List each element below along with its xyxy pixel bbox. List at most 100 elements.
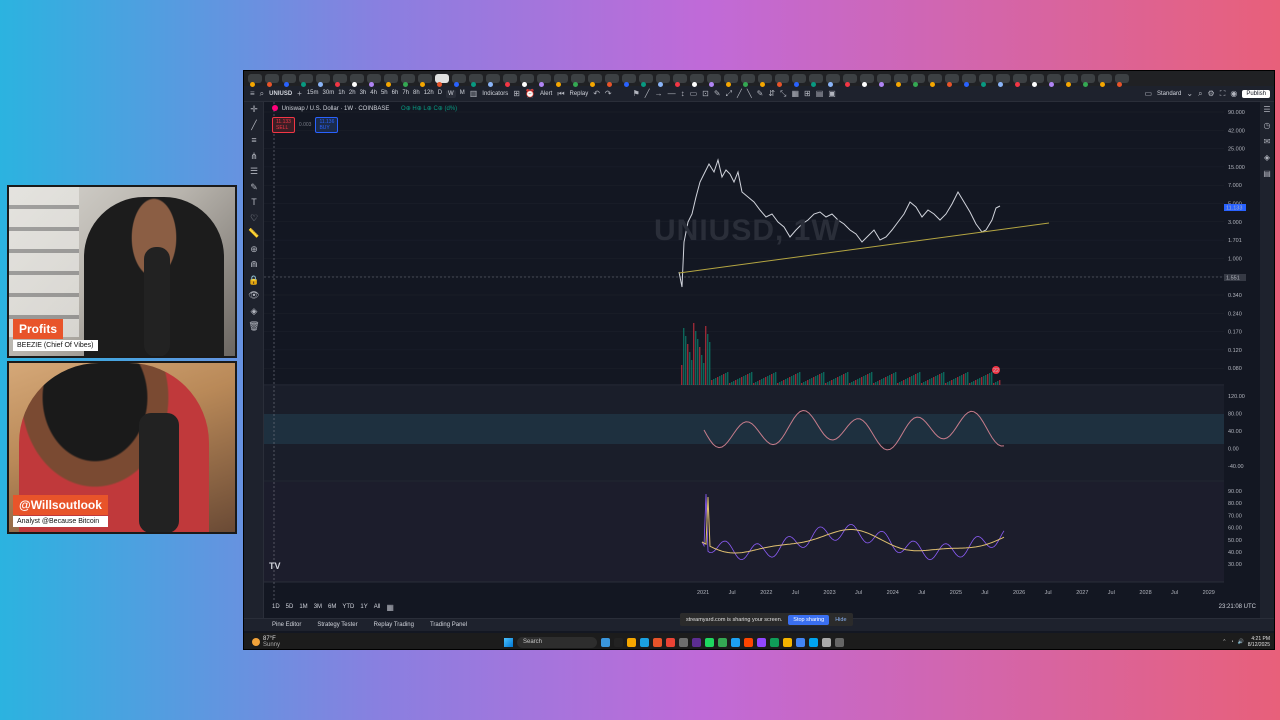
utc-clock[interactable]: 23:21:08 UTC [1219,604,1260,610]
taskbar-app-icon[interactable] [744,637,753,647]
data-window-icon[interactable]: ▤ [1259,166,1274,182]
undo-icon[interactable]: ↶ [593,89,600,98]
taskbar-app-icon[interactable] [653,637,662,647]
browser-tab[interactable] [401,74,415,87]
ruler-icon[interactable]: 📏 [244,226,264,242]
browser-tab[interactable] [707,74,721,87]
browser-tab[interactable] [384,74,398,87]
taskbar-app-icon[interactable] [731,637,740,647]
search-icon[interactable]: ⌕ [260,89,264,99]
panel-tab-replay-trading[interactable]: Replay Trading [374,622,414,628]
browser-tab[interactable] [962,74,976,87]
drawing-tool-icon[interactable]: ╲ [747,89,752,99]
timeframe-5h[interactable]: 5h [381,90,388,98]
taskbar-app-icon[interactable] [627,637,636,647]
crosshair-icon[interactable]: ✛ [244,102,264,118]
browser-tab[interactable] [503,74,517,87]
browser-tab[interactable] [809,74,823,87]
alert-button[interactable]: Alert [540,91,552,97]
browser-tab[interactable] [520,74,534,87]
range-1y[interactable]: 1Y [360,604,367,610]
browser-tab[interactable] [248,74,262,87]
taskbar-app-icon[interactable] [835,637,844,647]
panel-tab-strategy-tester[interactable]: Strategy Tester [317,622,357,628]
panel-tab-trading-panel[interactable]: Trading Panel [430,622,467,628]
timeframe-d[interactable]: D [438,90,442,98]
taskbar-app-icon[interactable] [679,637,688,647]
range-1d[interactable]: 1D [272,604,280,610]
browser-tab[interactable] [1030,74,1044,87]
layers-icon[interactable]: ◈ [1259,150,1274,166]
browser-tab[interactable] [469,74,483,87]
browser-tab[interactable] [996,74,1010,87]
browser-tab[interactable] [911,74,925,87]
chat-icon[interactable]: ✉ [1259,134,1274,150]
browser-tab[interactable] [673,74,687,87]
drawing-tool-icon[interactable]: — [668,89,676,99]
layers-icon[interactable]: ◈ [244,304,264,320]
taskbar-app-icon[interactable] [757,637,766,647]
taskbar-search[interactable]: Search [517,636,597,648]
drawing-tool-icon[interactable]: ╱ [645,89,650,99]
timeframe-12h[interactable]: 12h [424,90,434,98]
range-all[interactable]: All [374,604,381,610]
browser-tab[interactable] [843,74,857,87]
drawing-tool-icon[interactable]: ▦ [791,89,799,99]
lock-icon[interactable]: 🔒 [244,273,264,289]
symbol-search[interactable]: UNIUSD [269,91,292,97]
browser-tab[interactable] [350,74,364,87]
browser-tab[interactable] [554,74,568,87]
alert-icon[interactable]: ⏰ [525,89,535,98]
fib-icon[interactable]: ☰ [244,164,264,180]
drawing-tool-icon[interactable]: ▭ [690,89,698,99]
publish-button[interactable]: Publish [1242,89,1270,98]
chevron-down-icon[interactable]: ⌄ [1186,89,1193,98]
taskbar-app-icon[interactable] [809,637,818,647]
pitchfork-icon[interactable]: ⋔ [244,149,264,165]
drawing-tool-icon[interactable]: ⤢ [726,89,732,99]
brush-icon[interactable]: ✎ [244,180,264,196]
browser-tab[interactable] [945,74,959,87]
taskbar-clock[interactable]: 4:21 PM 8/12/2025 [1248,636,1270,648]
browser-tab[interactable] [741,74,755,87]
drawing-tool-icon[interactable]: → [655,89,663,99]
range-3m[interactable]: 3M [314,604,322,610]
drawing-tool-icon[interactable]: ▤ [816,89,824,99]
range-5d[interactable]: 5D [286,604,294,610]
browser-tab[interactable] [1064,74,1078,87]
browser-tab[interactable] [775,74,789,87]
browser-tab[interactable] [1115,74,1129,87]
drawing-tool-icon[interactable]: ▣ [828,89,836,99]
taskbar-app-icon[interactable] [614,637,623,647]
watchlist-icon[interactable]: ☰ [1259,102,1274,118]
fullscreen-icon[interactable]: ⛶ [1220,89,1226,99]
browser-tab[interactable] [877,74,891,87]
timeframe-30m[interactable]: 30m [323,90,335,98]
browser-tab[interactable] [928,74,942,87]
drawing-tool-icon[interactable]: ⊞ [804,89,811,99]
windows-start-icon[interactable] [504,637,513,647]
quick-search-icon[interactable]: ⌕ [1198,89,1202,99]
heart-icon[interactable]: ♡ [244,211,264,227]
taskbar-app-icon[interactable] [783,637,792,647]
add-symbol-icon[interactable]: + [297,89,302,98]
drawing-tool-icon[interactable]: ⤡ [780,89,786,99]
drawing-tool-icon[interactable]: ⇵ [768,89,775,99]
timeframe-m[interactable]: M [460,90,465,98]
browser-tab[interactable] [860,74,874,87]
browser-tab[interactable] [537,74,551,87]
replay-icon[interactable]: ⏮ [557,89,564,99]
taskbar-app-icon[interactable] [640,637,649,647]
browser-tab[interactable] [622,74,636,87]
taskbar-app-icon[interactable] [718,637,727,647]
chart-type-icon[interactable]: ▥ [470,89,478,98]
weather-widget[interactable]: 87°F Sunny [244,636,504,648]
timeframe-2h[interactable]: 2h [349,90,356,98]
browser-tab[interactable] [571,74,585,87]
browser-tab[interactable] [724,74,738,87]
drawing-tool-icon[interactable]: ✎ [714,89,721,99]
browser-tab[interactable] [588,74,602,87]
range-ytd[interactable]: YTD [342,604,354,610]
browser-tab[interactable] [299,74,313,87]
taskbar-app-icon[interactable] [770,637,779,647]
